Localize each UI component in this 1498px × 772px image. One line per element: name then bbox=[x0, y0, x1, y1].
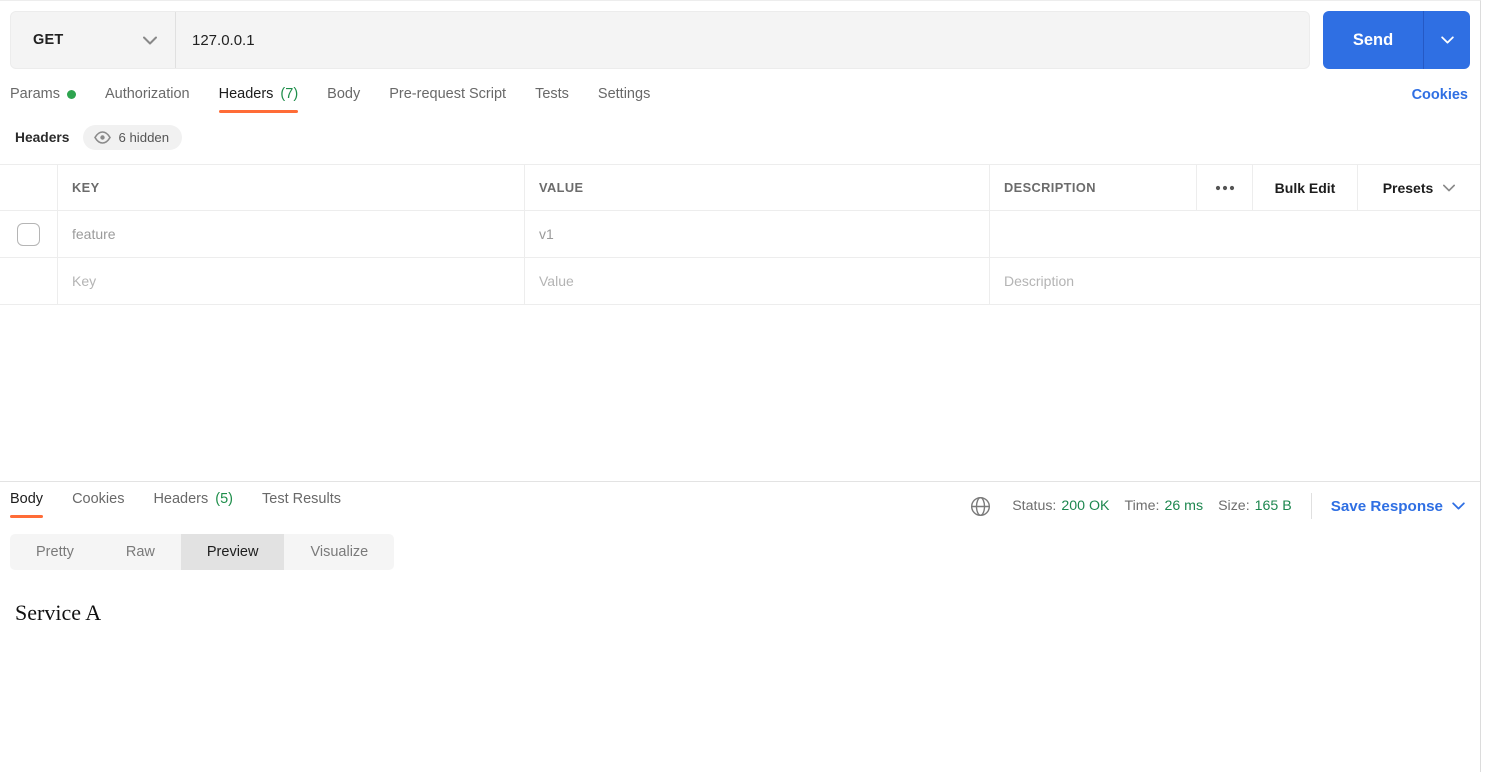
headers-table: KEY VALUE DESCRIPTION Bulk Edit Presets bbox=[0, 164, 1480, 305]
save-response-button[interactable]: Save Response bbox=[1331, 498, 1465, 515]
send-button[interactable]: Send bbox=[1323, 11, 1470, 69]
globe-icon[interactable] bbox=[970, 496, 991, 517]
view-tab-visualize[interactable]: Visualize bbox=[284, 534, 394, 570]
status-stat: Status: 200 OK bbox=[1012, 498, 1109, 514]
headers-count-badge: (7) bbox=[280, 86, 299, 102]
value-placeholder: Value bbox=[539, 273, 574, 289]
time-value: 26 ms bbox=[1164, 498, 1204, 514]
response-view-tabs: Pretty Raw Preview Visualize bbox=[10, 534, 395, 570]
tab-response-headers-label: Headers bbox=[153, 491, 209, 507]
tab-response-headers[interactable]: Headers (5) bbox=[153, 491, 233, 518]
cookies-link[interactable]: Cookies bbox=[1412, 86, 1468, 103]
header-row-feature: feature v1 bbox=[0, 211, 1480, 258]
description-cell[interactable] bbox=[990, 211, 1480, 257]
size-stat: Size: 165 B bbox=[1218, 498, 1292, 514]
tab-tests-label: Tests bbox=[535, 86, 569, 102]
column-header-key: KEY bbox=[58, 165, 525, 210]
tab-test-results[interactable]: Test Results bbox=[262, 491, 341, 518]
size-value: 165 B bbox=[1254, 498, 1292, 514]
response-tabs: Body Cookies Headers (5) Test Results bbox=[10, 491, 370, 518]
value-cell[interactable]: v1 bbox=[525, 211, 990, 257]
method-select[interactable]: GET bbox=[11, 12, 176, 68]
tab-headers-label: Headers bbox=[218, 86, 274, 102]
response-preview-pane: Service A bbox=[0, 570, 1480, 626]
tab-response-cookies-label: Cookies bbox=[72, 491, 125, 507]
tab-params-label: Params bbox=[10, 86, 60, 102]
tab-pre-request-script-label: Pre-request Script bbox=[389, 86, 507, 102]
chevron-down-icon bbox=[1452, 502, 1465, 510]
response-section: Body Cookies Headers (5) Test Results St… bbox=[0, 482, 1480, 626]
tab-body[interactable]: Body bbox=[327, 86, 360, 113]
tab-pre-request-script[interactable]: Pre-request Script bbox=[389, 86, 506, 113]
select-all-cell bbox=[0, 165, 58, 210]
view-tab-pretty[interactable]: Pretty bbox=[10, 534, 100, 570]
bulk-edit-button[interactable]: Bulk Edit bbox=[1253, 165, 1358, 210]
response-header: Body Cookies Headers (5) Test Results St… bbox=[0, 491, 1480, 519]
more-options-icon bbox=[1215, 185, 1234, 190]
tab-settings[interactable]: Settings bbox=[598, 86, 650, 113]
tab-headers[interactable]: Headers (7) bbox=[218, 86, 299, 113]
tab-params[interactable]: Params bbox=[10, 86, 76, 113]
column-header-value: VALUE bbox=[525, 165, 990, 210]
method-label: GET bbox=[33, 32, 64, 48]
more-options-button[interactable] bbox=[1197, 165, 1253, 210]
postman-request-panel: GET Send Params Authorization Head bbox=[0, 0, 1481, 772]
header-row-new: Key Value Description bbox=[0, 258, 1480, 305]
status-value: 200 OK bbox=[1061, 498, 1110, 514]
value-value: v1 bbox=[539, 226, 554, 242]
key-cell[interactable]: feature bbox=[58, 211, 525, 257]
row-checkbox-cell bbox=[0, 211, 58, 257]
presets-dropdown[interactable]: Presets bbox=[1358, 165, 1480, 210]
view-tab-raw[interactable]: Raw bbox=[100, 534, 181, 570]
description-cell[interactable]: Description bbox=[990, 258, 1480, 304]
size-label: Size: bbox=[1218, 498, 1250, 514]
key-value: feature bbox=[72, 226, 116, 242]
url-bar: GET bbox=[10, 11, 1310, 69]
row-checkbox-cell bbox=[0, 258, 58, 304]
column-header-description: DESCRIPTION bbox=[990, 165, 1197, 210]
time-label: Time: bbox=[1124, 498, 1160, 514]
view-tab-preview[interactable]: Preview bbox=[180, 534, 285, 570]
tab-authorization[interactable]: Authorization bbox=[105, 86, 190, 113]
tab-authorization-label: Authorization bbox=[104, 86, 190, 102]
chevron-down-icon bbox=[143, 36, 157, 44]
value-cell[interactable]: Value bbox=[525, 258, 990, 304]
eye-icon bbox=[94, 130, 112, 144]
key-placeholder: Key bbox=[72, 273, 97, 289]
tab-body-label: Body bbox=[327, 86, 361, 102]
url-input[interactable] bbox=[176, 12, 1309, 68]
presets-label: Presets bbox=[1382, 179, 1434, 196]
headers-table-header: KEY VALUE DESCRIPTION Bulk Edit Presets bbox=[0, 164, 1480, 211]
save-response-label: Save Response bbox=[1330, 497, 1443, 515]
send-button-label[interactable]: Send bbox=[1323, 11, 1424, 69]
url-row: GET Send bbox=[0, 1, 1480, 69]
tab-tests[interactable]: Tests bbox=[535, 86, 569, 113]
response-body-text: Service A bbox=[15, 600, 102, 625]
response-meta: Status: 200 OK Time: 26 ms Size: 165 B S… bbox=[970, 491, 1465, 519]
hidden-headers-toggle[interactable]: 6 hidden bbox=[83, 124, 183, 150]
headers-section-title: Headers bbox=[15, 129, 70, 145]
tab-settings-label: Settings bbox=[597, 86, 651, 102]
tab-response-body[interactable]: Body bbox=[10, 491, 44, 518]
headers-meta-row: Headers 6 hidden bbox=[0, 122, 1480, 152]
status-label: Status: bbox=[1012, 498, 1057, 514]
chevron-down-icon bbox=[1443, 184, 1456, 191]
request-tabs: Params Authorization Headers (7) Body Pr… bbox=[0, 86, 1480, 113]
key-cell[interactable]: Key bbox=[58, 258, 525, 304]
hidden-headers-label: 6 hidden bbox=[118, 129, 170, 145]
tab-test-results-label: Test Results bbox=[262, 491, 341, 507]
time-stat: Time: 26 ms bbox=[1125, 498, 1204, 514]
chevron-down-icon bbox=[1440, 36, 1454, 44]
description-placeholder: Description bbox=[1004, 273, 1075, 289]
meta-divider bbox=[1310, 493, 1312, 519]
request-section: GET Send Params Authorization Head bbox=[0, 1, 1480, 482]
tab-response-body-label: Body bbox=[10, 491, 44, 507]
row-checkbox[interactable] bbox=[17, 222, 40, 246]
tab-response-cookies[interactable]: Cookies bbox=[72, 491, 124, 518]
params-modified-dot bbox=[66, 89, 76, 99]
response-headers-count-badge: (5) bbox=[215, 491, 233, 507]
send-options-button[interactable] bbox=[1424, 11, 1470, 69]
